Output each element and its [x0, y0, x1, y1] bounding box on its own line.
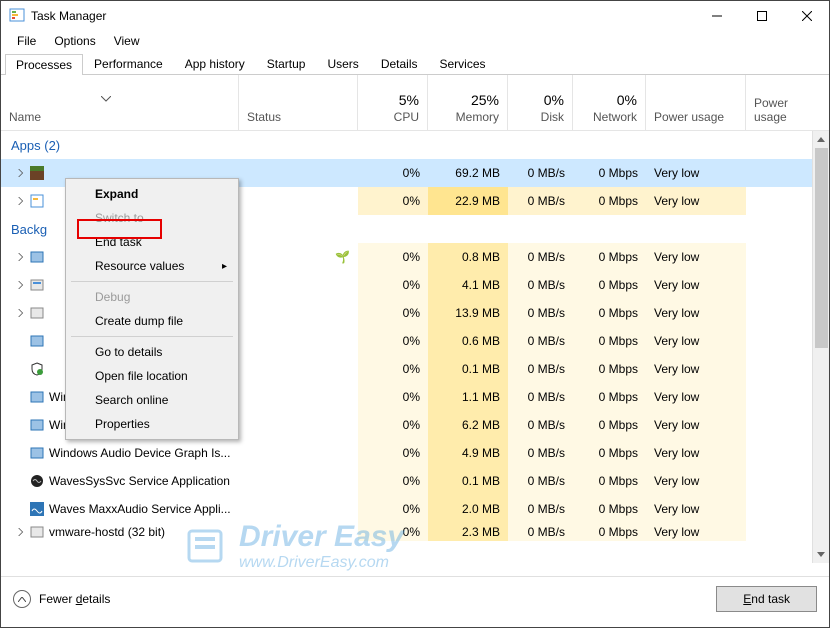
window-title: Task Manager [31, 9, 106, 23]
table-row[interactable]: Windows Audio Device Graph Is... 0% 4.9 … [1, 439, 829, 467]
col-disk[interactable]: 0%Disk [508, 75, 573, 130]
chevron-right-icon [17, 194, 25, 208]
col-memory[interactable]: 25%Memory [428, 75, 508, 130]
footer: Fewer details End task [1, 577, 829, 621]
menubar: File Options View [1, 31, 829, 51]
app-icon [9, 7, 25, 26]
ctx-expand[interactable]: Expand [69, 182, 235, 206]
separator [71, 281, 233, 282]
tab-details[interactable]: Details [370, 53, 429, 74]
leaf-icon: 🌱 [335, 250, 350, 264]
tab-users[interactable]: Users [316, 53, 369, 74]
ctx-go-details[interactable]: Go to details [69, 340, 235, 364]
tabs: Processes Performance App history Startu… [1, 51, 829, 75]
columns-header: Name Status 5%CPU 25%Memory 0%Disk 0%Net… [1, 75, 829, 131]
tab-startup[interactable]: Startup [256, 53, 317, 74]
close-button[interactable] [784, 1, 829, 31]
service-icon [29, 417, 45, 433]
scrollbar-thumb[interactable] [815, 148, 828, 348]
fewer-details-button[interactable]: Fewer details [13, 590, 110, 608]
ctx-create-dump[interactable]: Create dump file [69, 309, 235, 333]
table-row[interactable]: vmware-hostd (32 bit) 0% 2.3 MB 0 MB/s 0… [1, 523, 829, 541]
maximize-button[interactable] [739, 1, 784, 31]
service-icon [29, 305, 45, 321]
col-status[interactable]: Status [239, 75, 358, 130]
service-icon [29, 389, 45, 405]
chevron-down-icon [101, 91, 111, 105]
window-controls [694, 1, 829, 31]
titlebar: Task Manager [1, 1, 829, 31]
ctx-search-online[interactable]: Search online [69, 388, 235, 412]
table-row[interactable]: Waves MaxxAudio Service Appli... 0% 2.0 … [1, 495, 829, 523]
tab-app-history[interactable]: App history [174, 53, 256, 74]
ctx-switch-to: Switch to [69, 206, 235, 230]
chevron-right-icon: ▸ [222, 261, 227, 272]
tab-services[interactable]: Services [429, 53, 497, 74]
waves-icon [29, 501, 45, 517]
context-menu: Expand Switch to End task Resource value… [65, 178, 239, 440]
scroll-down-icon[interactable] [813, 546, 829, 563]
shield-icon [29, 361, 45, 377]
process-name: Windows Audio Device Graph Is... [49, 446, 230, 460]
col-cpu[interactable]: 5%CPU [358, 75, 428, 130]
menu-options[interactable]: Options [46, 33, 103, 49]
apps-group-header[interactable]: Apps (2) [1, 131, 829, 159]
chevron-right-icon [17, 306, 25, 320]
main-area: Name Status 5%CPU 25%Memory 0%Disk 0%Net… [1, 75, 829, 577]
chevron-right-icon [17, 166, 25, 180]
task-manager-icon [29, 193, 45, 209]
col-power-usage[interactable]: Power usage [646, 75, 746, 130]
waves-icon [29, 473, 45, 489]
vertical-scrollbar[interactable] [812, 131, 829, 563]
ctx-end-task[interactable]: End task [69, 230, 235, 254]
process-name: vmware-hostd (32 bit) [49, 525, 165, 539]
ctx-open-location[interactable]: Open file location [69, 364, 235, 388]
separator [71, 336, 233, 337]
service-icon [29, 524, 45, 540]
service-icon [29, 445, 45, 461]
scroll-up-icon[interactable] [813, 131, 829, 148]
col-name[interactable]: Name [1, 75, 239, 130]
service-icon [29, 249, 45, 265]
chevron-right-icon [17, 250, 25, 264]
menu-file[interactable]: File [9, 33, 44, 49]
minimize-button[interactable] [694, 1, 739, 31]
tab-performance[interactable]: Performance [83, 53, 174, 74]
service-icon [29, 333, 45, 349]
ctx-properties[interactable]: Properties [69, 412, 235, 436]
service-icon [29, 277, 45, 293]
process-name: Waves MaxxAudio Service Appli... [49, 502, 231, 516]
menu-view[interactable]: View [106, 33, 148, 49]
ctx-debug: Debug [69, 285, 235, 309]
tab-processes[interactable]: Processes [5, 54, 83, 75]
process-name: WavesSysSvc Service Application [49, 474, 230, 488]
chevron-right-icon [17, 278, 25, 292]
ctx-resource-values[interactable]: Resource values▸ [69, 254, 235, 278]
minecraft-icon [29, 165, 45, 181]
chevron-up-icon [13, 590, 31, 608]
col-network[interactable]: 0%Network [573, 75, 646, 130]
end-task-button[interactable]: End task [716, 586, 817, 612]
table-row[interactable]: WavesSysSvc Service Application 0% 0.1 M… [1, 467, 829, 495]
chevron-right-icon [17, 525, 25, 539]
col-power-usage-trend[interactable]: Power usage [746, 75, 828, 130]
